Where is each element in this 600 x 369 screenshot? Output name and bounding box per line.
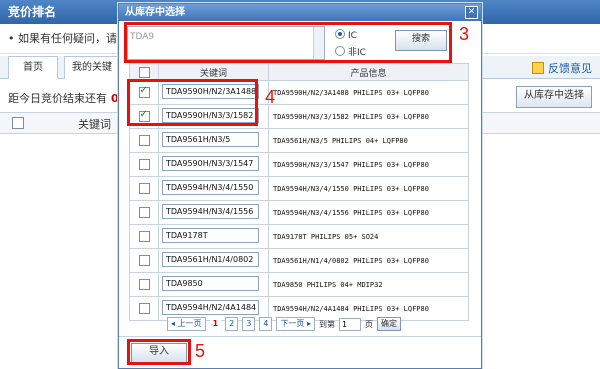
page-suffix: 页 bbox=[364, 319, 373, 329]
product-info-cell: TDA9590H/N3/3/1582 PHILIPS 03+ LQFP80 bbox=[268, 104, 469, 129]
header-keyword: 关键词 bbox=[158, 63, 269, 81]
select-all-checkbox[interactable] bbox=[138, 66, 150, 78]
table-row: TDA9594H/N3/4/1550 TDA9594H/N3/4/1550 PHI… bbox=[129, 176, 469, 201]
keyword-input[interactable]: TDA9561H/N1/4/0802 bbox=[162, 252, 259, 267]
goto-confirm-button[interactable]: 确定 bbox=[376, 317, 401, 331]
product-info-cell: TDA9590H/N2/3A1488 PHILIPS 03+ LQFP80 bbox=[268, 80, 469, 105]
product-info-cell: TDA9561H/N1/4/0802 PHILIPS 03+ LQFP80 bbox=[268, 248, 469, 273]
product-info-cell: TDA9590H/N3/3/1547 PHILIPS 03+ LQFP80 bbox=[268, 152, 469, 177]
page-3[interactable]: 3 bbox=[242, 317, 256, 331]
page-1[interactable]: 1 bbox=[209, 318, 222, 330]
product-info-cell: TDA9850 PHILIPS 04+ MDIP32 bbox=[268, 272, 469, 297]
product-info-cell: TDA9594H/N3/4/1550 PHILIPS 03+ LQFP80 bbox=[268, 176, 469, 201]
table-row: TDA9850 TDA9850 PHILIPS 04+ MDIP32 bbox=[129, 272, 469, 297]
row-checkbox-cell bbox=[129, 296, 159, 321]
keyword-cell: TDA9594H/N3/4/1550 bbox=[158, 176, 269, 201]
feedback-link[interactable]: 反馈意见 bbox=[532, 60, 592, 76]
goto-page-input[interactable] bbox=[338, 317, 361, 331]
tab-my-keywords[interactable]: 我的关键 bbox=[64, 56, 120, 79]
goto-label: 到第 bbox=[318, 319, 335, 329]
highlight-box-search bbox=[124, 22, 452, 63]
row-checkbox[interactable] bbox=[138, 207, 150, 218]
row-checkbox[interactable] bbox=[138, 303, 150, 314]
table-row: TDA9594H/N3/4/1556 TDA9594H/N3/4/1556 PHI… bbox=[129, 200, 469, 225]
next-page-label: 下一页 bbox=[280, 319, 305, 328]
row-checkbox[interactable] bbox=[138, 159, 150, 170]
product-info-cell: TDA9561H/N3/5 PHILIPS 04+ LQFP80 bbox=[268, 128, 469, 153]
keyword-cell: TDA9590H/N3/3/1547 bbox=[158, 152, 269, 177]
feedback-label: 反馈意见 bbox=[548, 62, 592, 75]
row-checkbox-cell bbox=[129, 224, 159, 249]
row-checkbox[interactable] bbox=[138, 135, 150, 146]
keyword-input[interactable]: TDA9594H/N2/4A1484 bbox=[162, 300, 259, 315]
keyword-input[interactable]: TDA9850 bbox=[162, 276, 259, 291]
prev-page-button[interactable]: ◂ 上一页 bbox=[167, 317, 206, 331]
keyword-input[interactable]: TDA9590H/N3/3/1547 bbox=[162, 156, 259, 171]
annotation-4: 4 bbox=[265, 87, 276, 107]
page-4[interactable]: 4 bbox=[259, 317, 273, 331]
row-checkbox-cell bbox=[129, 248, 159, 273]
keyword-column-header: 关键词 bbox=[78, 118, 111, 131]
stock-select-dialog: 从库存中选择 ✕ IC 非IC 搜索 3 关键词 产品信息 TDA9590H/N… bbox=[118, 3, 482, 369]
dialog-title-bar: 从库存中选择 ✕ bbox=[119, 4, 481, 21]
tab-home[interactable]: 首页 bbox=[8, 56, 58, 79]
keyword-cell: TDA9561H/N1/4/0802 bbox=[158, 248, 269, 273]
annotation-3: 3 bbox=[459, 24, 470, 44]
keyword-cell: TDA9594H/N3/4/1556 bbox=[158, 200, 269, 225]
table-row: TDA9561H/N3/5 TDA9561H/N3/5 PHILIPS 04+ L… bbox=[129, 128, 469, 153]
row-checkbox-cell bbox=[129, 128, 159, 153]
table-row: TDA9178T TDA9178T PHILIPS 05+ SO24 bbox=[129, 224, 469, 249]
keyword-cell: TDA9561H/N3/5 bbox=[158, 128, 269, 153]
keyword-input[interactable]: TDA9594H/N3/4/1556 bbox=[162, 204, 259, 219]
keyword-cell: TDA9850 bbox=[158, 272, 269, 297]
product-info-cell: TDA9178T PHILIPS 05+ SO24 bbox=[268, 224, 469, 249]
row-checkbox-cell bbox=[129, 200, 159, 225]
header-checkbox-cell bbox=[129, 63, 159, 81]
row-checkbox[interactable] bbox=[138, 231, 150, 242]
keyword-cell: TDA9178T bbox=[158, 224, 269, 249]
countdown-label: 距今日竞价结束还有 bbox=[8, 92, 107, 105]
edit-icon bbox=[532, 62, 544, 74]
annotation-5: 5 bbox=[195, 341, 206, 361]
table-row: TDA9561H/N1/4/0802 TDA9561H/N1/4/0802 PHI… bbox=[129, 248, 469, 273]
row-checkbox-cell bbox=[129, 272, 159, 297]
row-checkbox-cell bbox=[129, 176, 159, 201]
keyword-input[interactable]: TDA9178T bbox=[162, 228, 259, 243]
footer-divider bbox=[119, 336, 481, 337]
prev-page-label: 上一页 bbox=[177, 319, 202, 328]
pagination: ◂ 上一页 1 2 3 4 下一页 ▸ 到第 页 确定 bbox=[167, 317, 401, 331]
select-from-stock-button[interactable]: 从库存中选择 bbox=[516, 86, 592, 108]
highlight-box-import bbox=[127, 339, 191, 365]
row-checkbox-cell bbox=[129, 152, 159, 177]
keyword-input[interactable]: TDA9594H/N3/4/1550 bbox=[162, 180, 259, 195]
row-checkbox[interactable] bbox=[138, 279, 150, 290]
keyword-input[interactable]: TDA9561H/N3/5 bbox=[162, 132, 259, 147]
select-all-checkbox[interactable] bbox=[12, 117, 24, 129]
highlight-box-checked-rows bbox=[127, 79, 258, 126]
header-product-info: 产品信息 bbox=[268, 63, 469, 81]
dialog-title: 从库存中选择 bbox=[125, 7, 185, 18]
table-row: TDA9590H/N3/3/1547 TDA9590H/N3/3/1547 PHI… bbox=[129, 152, 469, 177]
row-checkbox[interactable] bbox=[138, 255, 150, 266]
close-icon[interactable]: ✕ bbox=[465, 6, 478, 19]
page-2[interactable]: 2 bbox=[225, 317, 239, 331]
product-info-cell: TDA9594H/N3/4/1556 PHILIPS 03+ LQFP80 bbox=[268, 200, 469, 225]
next-page-button[interactable]: 下一页 ▸ bbox=[276, 317, 315, 331]
row-checkbox[interactable] bbox=[138, 183, 150, 194]
